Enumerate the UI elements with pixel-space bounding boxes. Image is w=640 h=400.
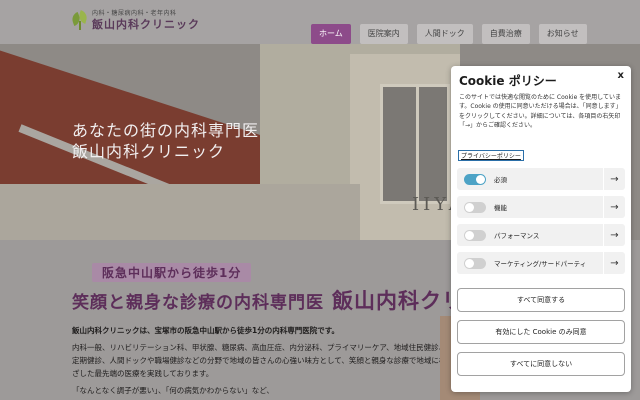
intro-text: 飯山内科クリニックは、宝塚市の阪急中山駅から徒歩1分の内科専門医院です。 内科一…	[72, 324, 452, 400]
category-label: 必須	[494, 176, 507, 184]
clinic-logo[interactable]: 内科・糖尿病内科・老年内科 飯山内科クリニック	[70, 10, 200, 31]
tagline-access: 阪急中山駅から徒歩1分	[92, 263, 252, 282]
category-label: 機能	[494, 204, 507, 212]
nav-home[interactable]: ホーム	[311, 24, 351, 44]
hero-title-line1: あなたの街の内科専門医	[72, 121, 260, 140]
hero-title-line2: 飯山内科クリニック	[72, 142, 226, 161]
cookie-policy-dialog: Cookie ポリシー x このサイトでは快適な閲覧のために Cookie を使…	[451, 66, 631, 392]
marketing-toggle[interactable]	[464, 257, 486, 269]
nav-health-checkup[interactable]: 人間ドック	[416, 24, 473, 44]
reject-all-button[interactable]: すべてに同意しない	[457, 352, 625, 376]
cookie-category-functional: 機能 →	[457, 196, 625, 218]
performance-toggle[interactable]	[464, 229, 486, 241]
site-header: 内科・糖尿病内科・老年内科 飯山内科クリニック ホーム 医院案内 人間ドック 自…	[0, 0, 640, 44]
nav-news[interactable]: お知らせ	[538, 24, 587, 44]
leaf-logo-icon	[70, 10, 89, 30]
cookie-title: Cookie ポリシー	[459, 74, 557, 88]
nav-clinic-info[interactable]: 医院案内	[359, 24, 408, 44]
tagline-banner: 阪急中山駅から徒歩1分 笑顔と親身な診療の内科専門医 飯山内科クリニ	[72, 262, 486, 315]
accept-selected-button[interactable]: 有効にした Cookie のみ同意	[457, 320, 625, 344]
cookie-category-marketing: マーケティング/サードパーティ →	[457, 252, 625, 274]
lower-wall	[0, 184, 360, 240]
logo-subtitle: 内科・糖尿病内科・老年内科	[92, 10, 177, 17]
intro-paragraph-1: 飯山内科クリニックは、宝塚市の阪急中山駅から徒歩1分の内科専門医院です。	[72, 326, 339, 335]
main-nav: ホーム 医院案内 人間ドック 自費治療 お知らせ	[311, 24, 587, 44]
intro-paragraph-2: 内科一般、リハビリテーション科、甲状腺、糖尿病、高血圧症、内分泌科、プライマリー…	[72, 343, 447, 378]
tagline-text: 笑顔と親身な診療の内科専門医	[72, 293, 324, 313]
privacy-policy-link[interactable]: プライバシーポリシー	[458, 150, 524, 161]
accept-all-button[interactable]: すべて同意する	[457, 288, 625, 312]
arrow-right-icon[interactable]: →	[603, 196, 625, 218]
building-window	[380, 84, 450, 204]
arrow-right-icon[interactable]: →	[603, 224, 625, 246]
intro-paragraph-3: 「なんとなく調子が悪い」、「何の病気かわからない」など、	[72, 386, 274, 395]
arrow-right-icon[interactable]: →	[603, 252, 625, 274]
category-label: パフォーマンス	[494, 232, 540, 240]
required-toggle[interactable]	[464, 173, 486, 185]
logo-title: 飯山内科クリニック	[92, 18, 200, 31]
functional-toggle[interactable]	[464, 201, 486, 213]
cookie-description: このサイトでは快適な閲覧のために Cookie を使用しています。Cookie …	[459, 94, 622, 129]
tagline-main: 笑顔と親身な診療の内科専門医 飯山内科クリニ	[72, 285, 486, 315]
hero-title: あなたの街の内科専門医 飯山内科クリニック	[72, 120, 259, 162]
cookie-category-performance: パフォーマンス →	[457, 224, 625, 246]
arrow-right-icon[interactable]: →	[603, 168, 625, 190]
cookie-category-required: 必須 →	[457, 168, 625, 190]
category-label: マーケティング/サードパーティ	[494, 260, 587, 268]
close-icon[interactable]: x	[618, 70, 624, 81]
nav-self-pay-treatment[interactable]: 自費治療	[481, 24, 530, 44]
